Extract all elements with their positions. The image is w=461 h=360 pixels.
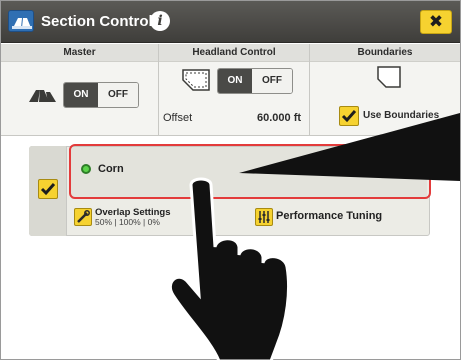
section-control-window: Section Control i ✖ Master Headland Cont… xyxy=(0,0,461,360)
pointing-hand-overlay xyxy=(168,113,460,360)
pointer-arrow-icon xyxy=(239,113,460,181)
pointing-hand-icon xyxy=(168,177,291,360)
